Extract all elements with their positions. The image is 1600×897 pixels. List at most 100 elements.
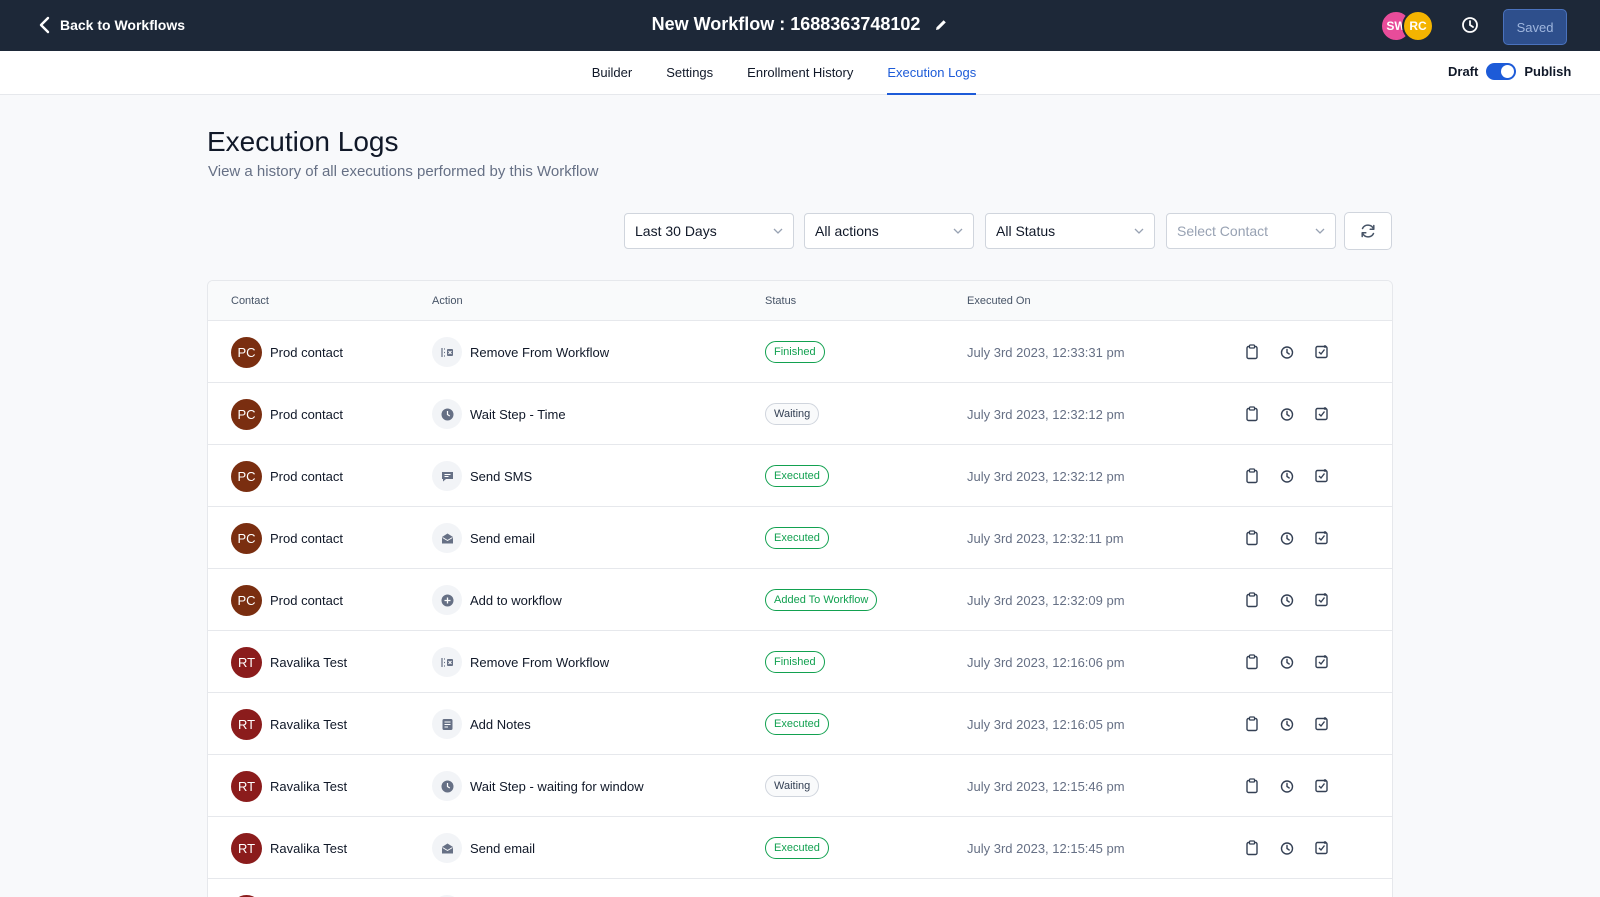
view-history-button[interactable]: [1279, 406, 1295, 422]
column-header-status: Status: [765, 295, 797, 307]
table-row[interactable]: PC Prod contact Remove From Workflow Fin…: [208, 321, 1392, 383]
copy-details-button[interactable]: [1244, 592, 1260, 608]
status-cell: Executed: [765, 445, 829, 507]
copy-details-button[interactable]: [1244, 840, 1260, 856]
refresh-button[interactable]: [1344, 212, 1392, 250]
execution-details-button[interactable]: [1314, 840, 1330, 856]
clipboard-icon: [1246, 344, 1258, 360]
history-icon[interactable]: [1460, 15, 1480, 35]
table-row[interactable]: RT Ravalika Test Wait Step - waiting for…: [208, 755, 1392, 817]
view-history-button[interactable]: [1279, 654, 1295, 670]
view-history-button[interactable]: [1279, 716, 1295, 732]
view-history-button[interactable]: [1279, 530, 1295, 546]
contact-cell[interactable]: PC Prod contact: [231, 321, 343, 383]
status-cell: Waiting: [765, 383, 820, 445]
action-cell: Add to workflow: [432, 569, 562, 631]
contact-cell[interactable]: PC Prod contact: [231, 445, 343, 507]
status-cell: Waiting: [765, 755, 820, 817]
execution-details-button[interactable]: [1314, 716, 1330, 732]
avatar[interactable]: RC: [1402, 10, 1434, 42]
history-icon: [1280, 842, 1294, 855]
table-row[interactable]: PC Prod contact Send email Executed July…: [208, 507, 1392, 569]
clipboard-icon: [1246, 716, 1258, 732]
contact-name: Prod contact: [270, 530, 343, 546]
copy-details-button[interactable]: [1244, 778, 1260, 794]
chevron-left-icon: [39, 16, 50, 34]
clipboard-icon: [1246, 840, 1258, 856]
row-actions: [1244, 569, 1330, 631]
execution-details-button[interactable]: [1314, 530, 1330, 546]
row-actions: [1244, 507, 1330, 569]
execution-details-button[interactable]: [1314, 592, 1330, 608]
execution-details-button[interactable]: [1314, 344, 1330, 360]
avatar: PC: [231, 336, 262, 368]
contact-cell[interactable]: RT Ravalika Test: [231, 817, 347, 879]
copy-details-button[interactable]: [1244, 468, 1260, 484]
executed-on-cell: July 3rd 2023, 12:16:05 pm: [967, 716, 1125, 732]
status-badge: Executed: [765, 713, 829, 735]
view-history-button[interactable]: [1279, 344, 1295, 360]
action-icon-wrap: [432, 337, 462, 367]
copy-details-button[interactable]: [1244, 654, 1260, 670]
publish-toggle[interactable]: [1486, 63, 1517, 80]
tab-enrollment-history[interactable]: Enrollment History: [747, 51, 853, 95]
details-icon: [1315, 655, 1328, 669]
view-history-button[interactable]: [1279, 468, 1295, 484]
execution-details-button[interactable]: [1314, 778, 1330, 794]
remove-from-workflow-icon: [440, 657, 453, 667]
avatar: RT: [231, 708, 262, 740]
chevron-down-icon: [1134, 228, 1144, 234]
action-cell: Remove From Workflow: [432, 631, 609, 693]
edit-title-button[interactable]: [934, 18, 948, 32]
copy-details-button[interactable]: [1244, 344, 1260, 360]
action-name: Send SMS: [470, 468, 533, 484]
contact-cell[interactable]: RT: [231, 879, 270, 897]
execution-logs-table: Contact Action Status Executed On PC Pro…: [207, 280, 1393, 897]
table-body: PC Prod contact Remove From Workflow Fin…: [208, 321, 1392, 897]
executed-on-cell: July 3rd 2023, 12:15:45 pm: [967, 840, 1125, 856]
copy-details-button[interactable]: [1244, 406, 1260, 422]
contact-cell[interactable]: RT Ravalika Test: [231, 631, 347, 693]
tab-settings[interactable]: Settings: [666, 51, 713, 95]
tab-execution-logs[interactable]: Execution Logs: [887, 51, 977, 95]
contact-select[interactable]: Select Contact: [1166, 213, 1336, 249]
history-icon: [1280, 532, 1294, 545]
executed-on-cell: July 3rd 2023, 12:16:06 pm: [967, 654, 1125, 670]
date-range-select[interactable]: Last 30 Days: [624, 213, 794, 249]
avatar: RT: [231, 646, 262, 678]
row-actions: [1244, 817, 1330, 879]
view-history-button[interactable]: [1279, 592, 1295, 608]
status-select[interactable]: All Status: [985, 213, 1155, 249]
contact-cell[interactable]: PC Prod contact: [231, 383, 343, 445]
table-row[interactable]: RT Ravalika Test Remove From Workflow Fi…: [208, 631, 1392, 693]
view-history-button[interactable]: [1279, 840, 1295, 856]
contact-cell[interactable]: RT Ravalika Test: [231, 693, 347, 755]
clipboard-icon: [1246, 406, 1258, 422]
actions-select[interactable]: All actions: [804, 213, 974, 249]
copy-details-button[interactable]: [1244, 716, 1260, 732]
table-row[interactable]: PC Prod contact Add to workflow Added To…: [208, 569, 1392, 631]
actions-value: All actions: [815, 223, 879, 239]
back-label: Back to Workflows: [60, 17, 185, 33]
action-cell: Wait Step - Time: [432, 383, 566, 445]
contact-cell[interactable]: PC Prod contact: [231, 569, 343, 631]
top-bar: Back to Workflows New Workflow : 1688363…: [0, 0, 1600, 51]
table-row[interactable]: PC Prod contact Send SMS Executed July 3…: [208, 445, 1392, 507]
table-row[interactable]: RT Ravalika Test Send email Executed Jul…: [208, 817, 1392, 879]
execution-details-button[interactable]: [1314, 468, 1330, 484]
contact-cell[interactable]: PC Prod contact: [231, 507, 343, 569]
contact-cell[interactable]: RT Ravalika Test: [231, 755, 347, 817]
saved-button[interactable]: Saved: [1503, 9, 1567, 45]
table-row[interactable]: RT Ravalika Test Add Notes Executed July…: [208, 693, 1392, 755]
execution-details-button[interactable]: [1314, 654, 1330, 670]
status-badge: Waiting: [765, 403, 820, 425]
execution-details-button[interactable]: [1314, 406, 1330, 422]
view-history-button[interactable]: [1279, 778, 1295, 794]
copy-details-button[interactable]: [1244, 530, 1260, 546]
table-row[interactable]: PC Prod contact Wait Step - Time Waiting…: [208, 383, 1392, 445]
avatar: PC: [231, 522, 262, 554]
back-to-workflows-link[interactable]: Back to Workflows: [38, 16, 185, 34]
action-icon-wrap: [432, 399, 462, 429]
table-row[interactable]: RT: [208, 879, 1392, 897]
tab-builder[interactable]: Builder: [592, 51, 632, 95]
